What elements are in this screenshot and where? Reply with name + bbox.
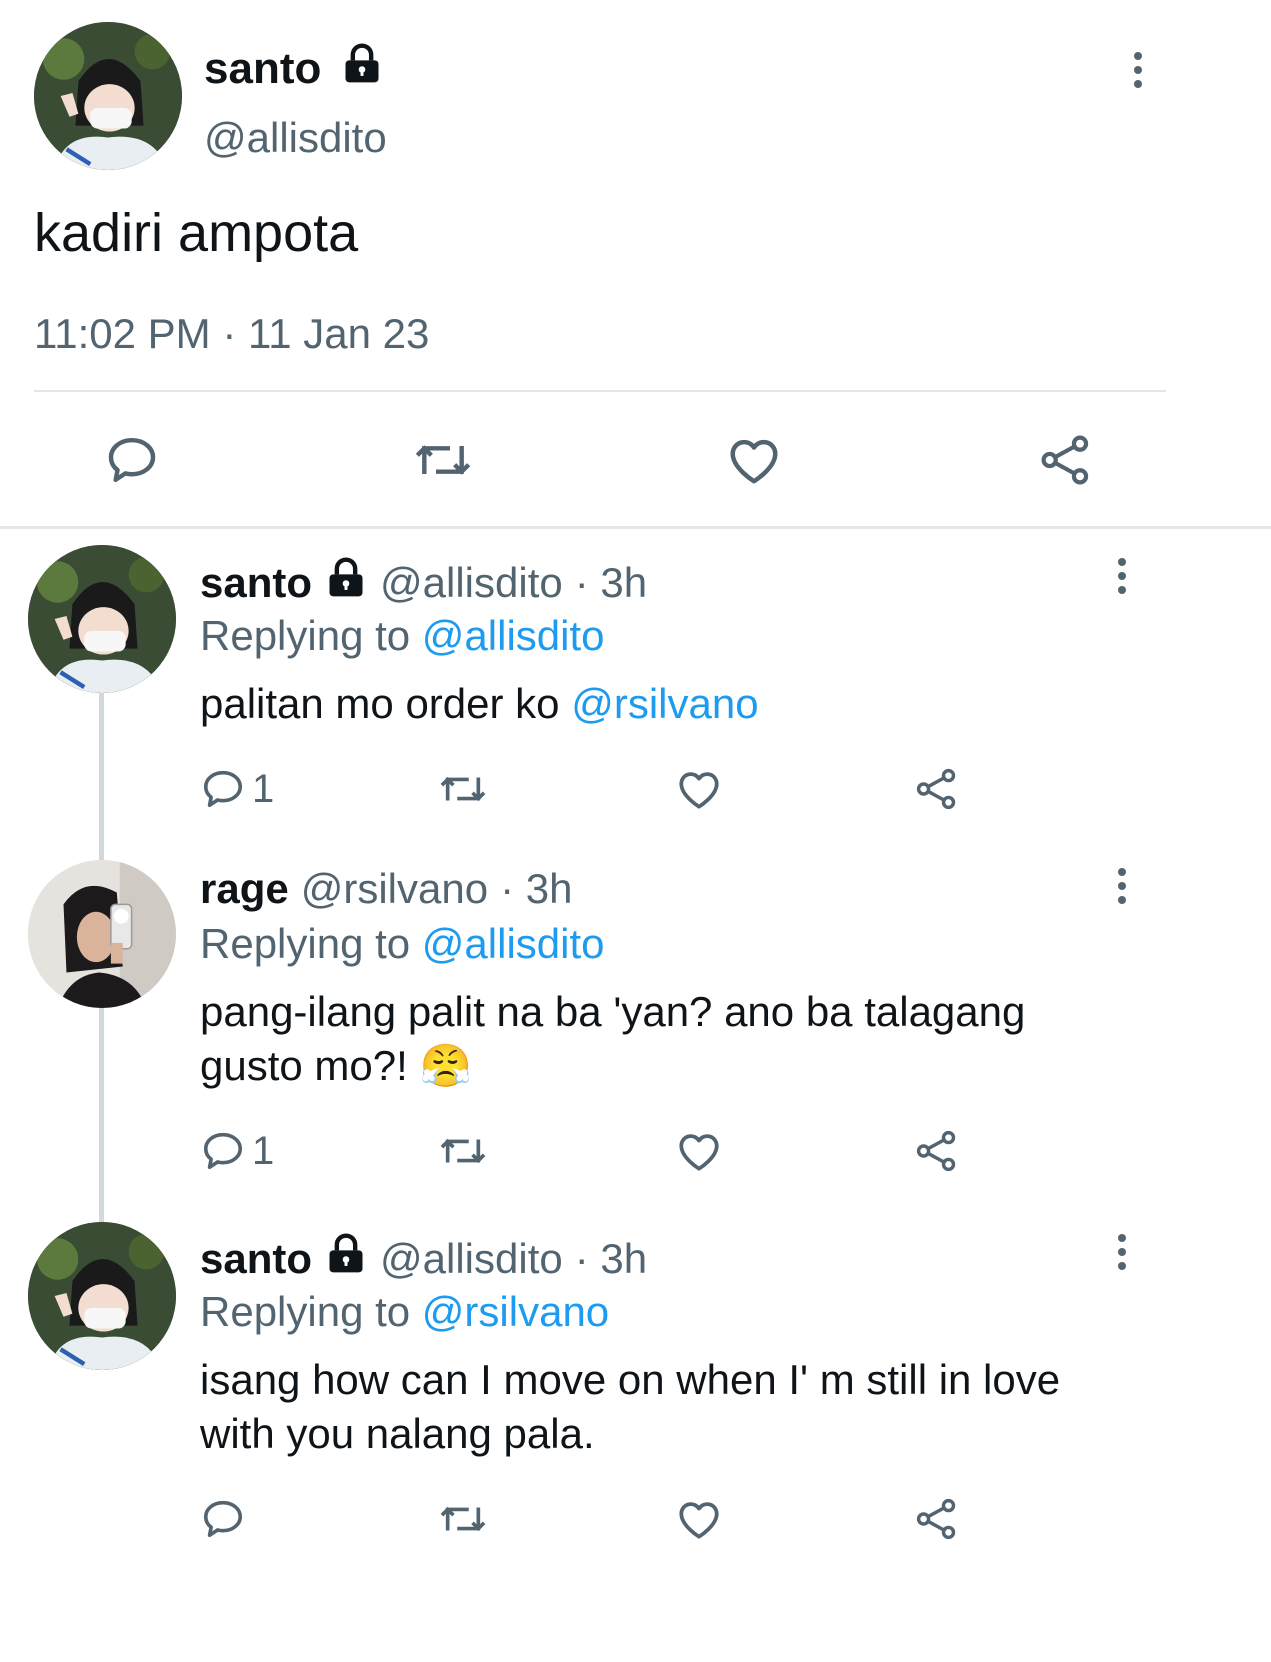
reply-display-name[interactable]: santo — [200, 1235, 312, 1283]
replying-label: Replying to — [200, 920, 411, 967]
divider — [34, 390, 1166, 392]
main-tweet-text: kadiri ampota — [34, 203, 359, 263]
mention-link[interactable]: @rsilvano — [571, 680, 758, 727]
reply-icon[interactable] — [104, 432, 160, 493]
reply-icon — [200, 1496, 246, 1542]
reply-age: · 3h — [574, 1235, 648, 1282]
lock-icon — [324, 556, 368, 610]
replying-to-handle[interactable]: @allisdito — [422, 920, 605, 967]
share-icon[interactable] — [912, 766, 962, 817]
reply-count: 1 — [252, 767, 275, 811]
replying-to-handle[interactable]: @rsilvano — [422, 1288, 609, 1335]
reply-header: santo @allisdito · 3h — [200, 556, 647, 610]
lock-icon — [324, 1232, 368, 1286]
main-tweet-avatar[interactable] — [34, 22, 182, 170]
reply-age: · 3h — [574, 559, 648, 606]
replying-to: Replying to @rsilvano — [200, 1288, 609, 1336]
section-divider — [0, 526, 1271, 529]
retweet-icon[interactable] — [436, 1128, 490, 1179]
reply-button[interactable] — [200, 1496, 252, 1542]
reply-icon — [200, 766, 246, 812]
reply-button[interactable]: 1 — [200, 766, 274, 812]
share-icon[interactable] — [1036, 432, 1096, 493]
reply-body: gusto mo?! — [200, 1042, 408, 1089]
replying-to-handle[interactable]: @allisdito — [422, 612, 605, 659]
reply-button[interactable]: 1 — [200, 1128, 274, 1174]
reply-age: · 3h — [500, 865, 573, 912]
replying-to: Replying to @allisdito — [200, 612, 605, 660]
reply-text: palitan mo order ko @rsilvano — [200, 680, 759, 728]
reply-avatar[interactable] — [28, 1222, 176, 1370]
reply-handle[interactable]: @rsilvano — [301, 865, 488, 913]
reply-count: 1 — [252, 1129, 275, 1173]
reply-avatar[interactable] — [28, 545, 176, 693]
replying-label: Replying to — [200, 1288, 411, 1335]
reply-display-name[interactable]: rage — [200, 865, 289, 913]
share-icon[interactable] — [912, 1496, 962, 1547]
like-icon[interactable] — [674, 1126, 724, 1181]
reply-display-name[interactable]: santo — [200, 559, 312, 607]
main-tweet-timestamp[interactable]: 11:02 PM · 11 Jan 23 — [34, 310, 429, 358]
replying-label: Replying to — [200, 612, 411, 659]
reply-text-line-2: with you nalang pala. — [200, 1410, 595, 1457]
reply-avatar[interactable] — [28, 860, 176, 1008]
retweet-icon[interactable] — [410, 432, 476, 493]
like-icon[interactable] — [674, 1494, 724, 1549]
like-icon[interactable] — [674, 764, 724, 819]
reply-header: santo @allisdito · 3h — [200, 1232, 647, 1286]
retweet-icon[interactable] — [436, 766, 490, 817]
reply-handle[interactable]: @allisdito — [380, 1235, 563, 1283]
reply-handle[interactable]: @allisdito — [380, 559, 563, 607]
main-tweet-handle[interactable]: @allisdito — [204, 114, 387, 162]
like-icon[interactable] — [724, 430, 784, 495]
reply-text-line-2: gusto mo?! 😤 — [200, 1042, 472, 1091]
replying-to: Replying to @allisdito — [200, 920, 605, 968]
more-icon[interactable] — [1102, 546, 1142, 606]
reply-text-line-1: pang-ilang palit na ba 'yan? ano ba tala… — [200, 988, 1026, 1035]
reply-header: rage @rsilvano · 3h — [200, 865, 572, 913]
huffing-face-emoji: 😤 — [419, 1042, 472, 1089]
reply-icon — [200, 1128, 246, 1174]
retweet-icon[interactable] — [436, 1496, 490, 1547]
share-icon[interactable] — [912, 1128, 962, 1179]
more-icon[interactable] — [1102, 1222, 1142, 1282]
lock-icon — [340, 42, 384, 91]
more-icon[interactable] — [1118, 40, 1158, 100]
reply-text-line-1: isang how can I move on when I' m still … — [200, 1356, 1061, 1403]
more-icon[interactable] — [1102, 856, 1142, 916]
main-tweet-display-name[interactable]: santo — [204, 44, 321, 94]
reply-body: palitan mo order ko — [200, 680, 560, 727]
